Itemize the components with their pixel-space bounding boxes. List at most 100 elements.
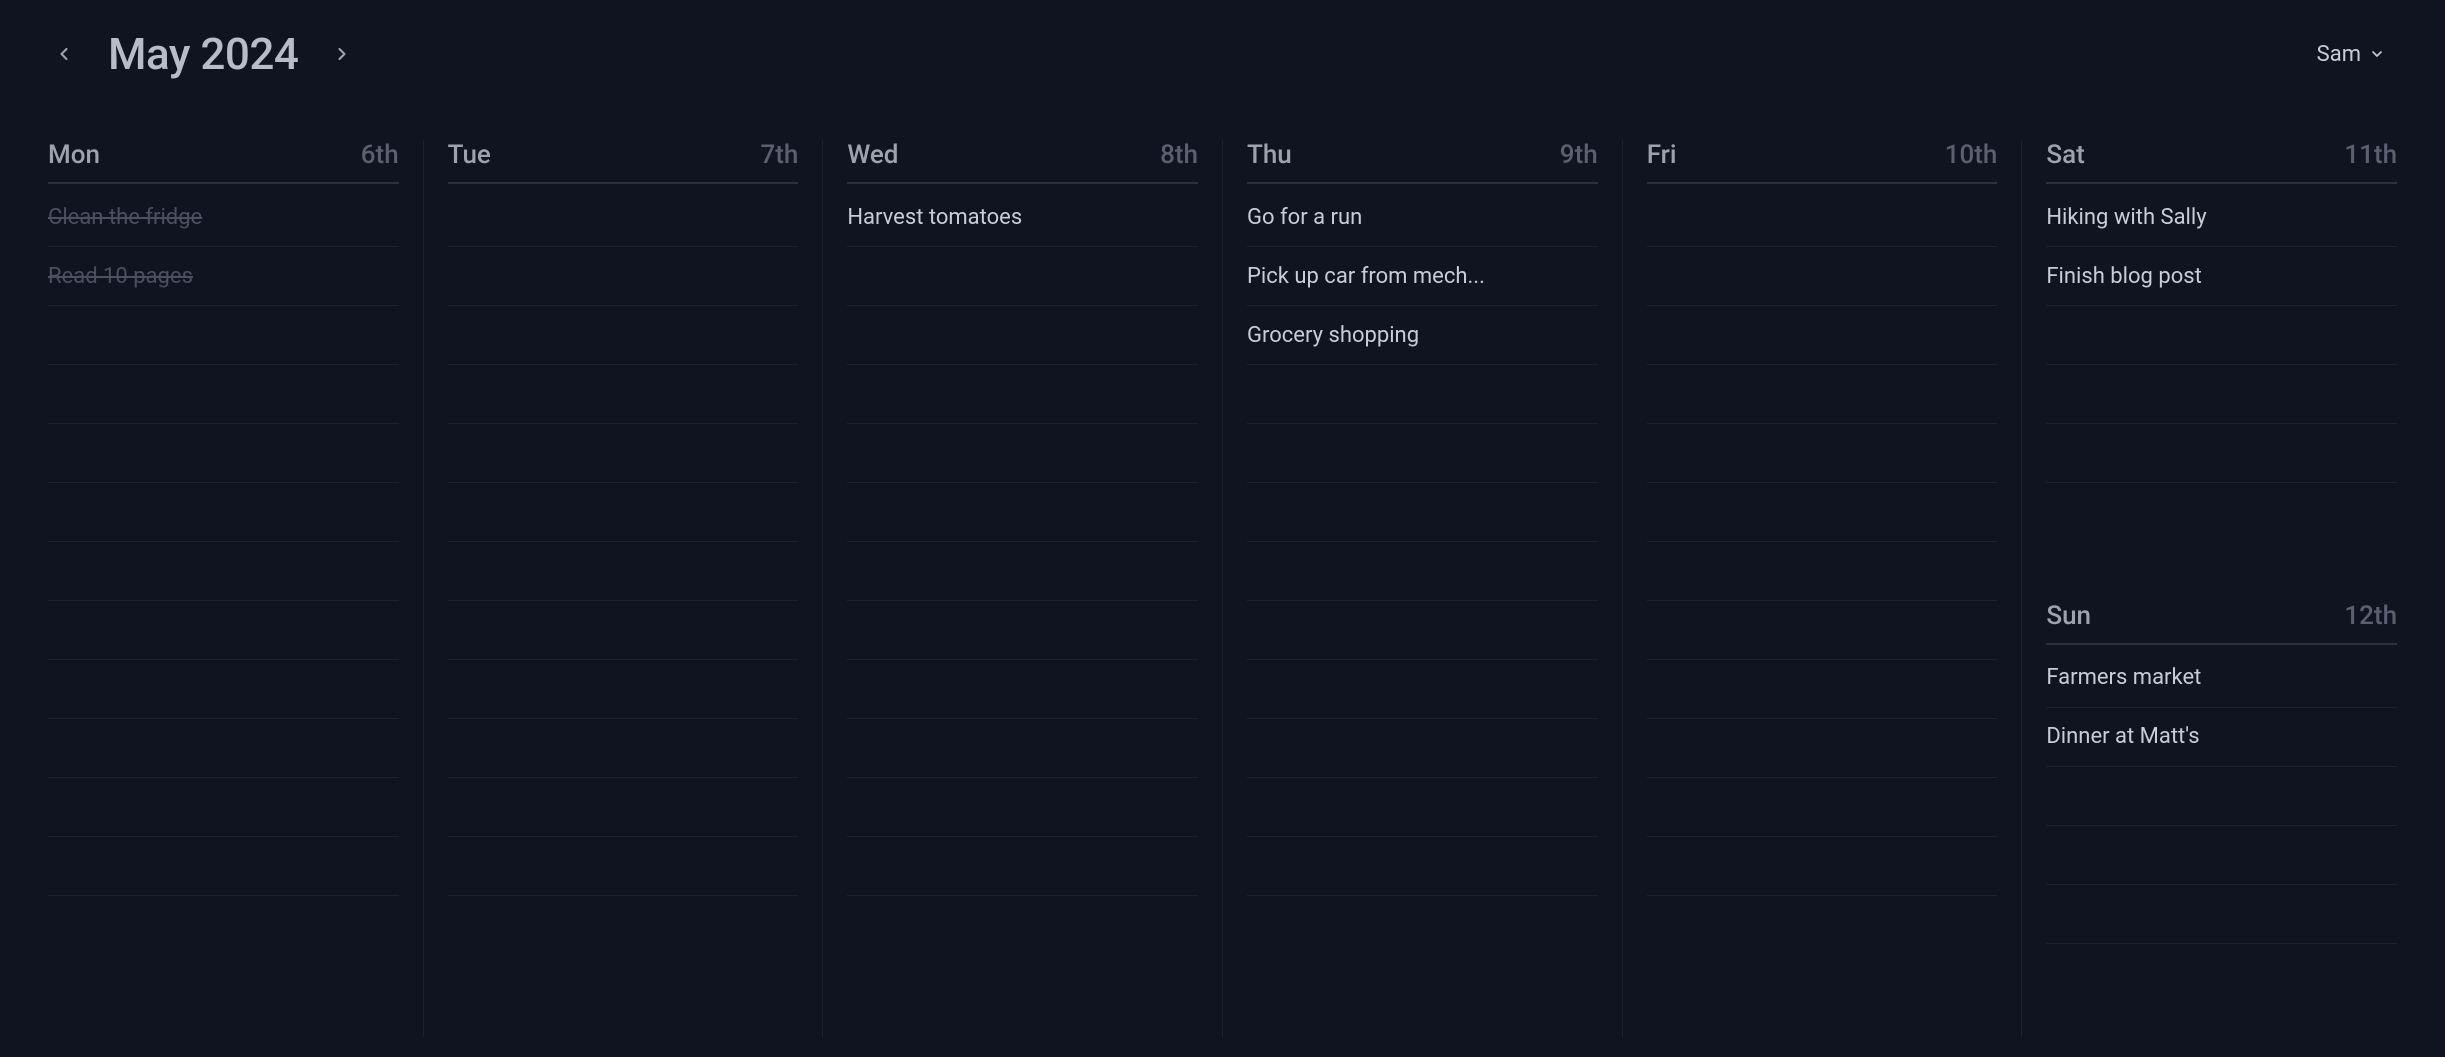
empty-slot[interactable] (2046, 826, 2397, 885)
empty-slot[interactable] (448, 719, 799, 778)
empty-slot[interactable] (2046, 365, 2397, 424)
task-row[interactable]: Go for a run (1247, 188, 1598, 247)
empty-slot[interactable] (1647, 542, 1998, 601)
empty-slot[interactable] (448, 306, 799, 365)
empty-slot[interactable] (1247, 778, 1598, 837)
empty-slot[interactable] (1647, 601, 1998, 660)
empty-slot[interactable] (2046, 424, 2397, 483)
day-date: 6th (361, 140, 399, 170)
empty-slot[interactable] (847, 837, 1198, 896)
empty-slot[interactable] (847, 719, 1198, 778)
empty-slot[interactable] (1247, 719, 1598, 778)
task-row[interactable]: Pick up car from mech... (1247, 247, 1598, 306)
empty-slot[interactable] (448, 188, 799, 247)
empty-slot[interactable] (1247, 542, 1598, 601)
empty-slot[interactable] (2046, 885, 2397, 944)
empty-slot[interactable] (448, 660, 799, 719)
empty-slot[interactable] (448, 424, 799, 483)
empty-slot[interactable] (1247, 483, 1598, 542)
empty-slot[interactable] (847, 365, 1198, 424)
empty-slot[interactable] (48, 778, 399, 837)
day-column-mon: Mon 6th Clean the fridgeRead 10 pages (48, 140, 424, 1037)
empty-slot[interactable] (847, 247, 1198, 306)
task-row[interactable]: Hiking with Sally (2046, 188, 2397, 247)
chevron-down-icon (2369, 46, 2385, 62)
day-date: 9th (1560, 140, 1598, 170)
empty-slot[interactable] (1647, 424, 1998, 483)
empty-slot[interactable] (1647, 719, 1998, 778)
empty-slot[interactable] (1647, 188, 1998, 247)
day-date: 11th (2344, 140, 2397, 170)
empty-slot[interactable] (1647, 365, 1998, 424)
day-name: Wed (847, 140, 898, 170)
next-week-button[interactable] (326, 38, 358, 70)
day-header: Tue 7th (448, 140, 799, 184)
empty-slot[interactable] (48, 719, 399, 778)
empty-slot[interactable] (1247, 837, 1598, 896)
prev-week-button[interactable] (48, 38, 80, 70)
empty-slot[interactable] (847, 778, 1198, 837)
task-list (448, 184, 799, 896)
day-column-thu: Thu 9th Go for a runPick up car from mec… (1223, 140, 1623, 1037)
day-header: Sun 12th (2046, 601, 2397, 645)
empty-slot[interactable] (448, 365, 799, 424)
chevron-right-icon (332, 44, 352, 64)
empty-slot[interactable] (448, 247, 799, 306)
empty-slot[interactable] (48, 424, 399, 483)
task-row[interactable]: Clean the fridge (48, 188, 399, 247)
page-title: May 2024 (108, 28, 298, 80)
task-row[interactable]: Harvest tomatoes (847, 188, 1198, 247)
empty-slot[interactable] (48, 837, 399, 896)
empty-slot[interactable] (1247, 660, 1598, 719)
day-column-sun: Sun 12th Farmers marketDinner at Matt's (2046, 601, 2397, 1038)
empty-slot[interactable] (847, 424, 1198, 483)
empty-slot[interactable] (847, 660, 1198, 719)
empty-slot[interactable] (48, 306, 399, 365)
empty-slot[interactable] (448, 837, 799, 896)
empty-slot[interactable] (448, 601, 799, 660)
empty-slot[interactable] (847, 542, 1198, 601)
empty-slot[interactable] (2046, 767, 2397, 826)
empty-slot[interactable] (448, 483, 799, 542)
empty-slot[interactable] (1647, 247, 1998, 306)
day-name: Mon (48, 140, 100, 170)
empty-slot[interactable] (1647, 306, 1998, 365)
empty-slot[interactable] (847, 306, 1198, 365)
task-list: Clean the fridgeRead 10 pages (48, 184, 399, 896)
day-name: Sun (2046, 601, 2091, 631)
empty-slot[interactable] (48, 542, 399, 601)
empty-slot[interactable] (48, 365, 399, 424)
empty-slot[interactable] (48, 601, 399, 660)
empty-slot[interactable] (847, 601, 1198, 660)
empty-slot[interactable] (1647, 483, 1998, 542)
task-row[interactable]: Finish blog post (2046, 247, 2397, 306)
task-row[interactable]: Grocery shopping (1247, 306, 1598, 365)
day-header: Mon 6th (48, 140, 399, 184)
empty-slot[interactable] (847, 483, 1198, 542)
empty-slot[interactable] (448, 778, 799, 837)
empty-slot[interactable] (48, 483, 399, 542)
task-row[interactable]: Dinner at Matt's (2046, 708, 2397, 767)
empty-slot[interactable] (1247, 424, 1598, 483)
week-grid: Mon 6th Clean the fridgeRead 10 pages Tu… (0, 80, 2445, 1037)
task-row[interactable]: Farmers market (2046, 649, 2397, 708)
empty-slot[interactable] (48, 660, 399, 719)
empty-slot[interactable] (1247, 365, 1598, 424)
day-column-wed: Wed 8th Harvest tomatoes (823, 140, 1223, 1037)
task-list (1647, 184, 1998, 896)
day-column-fri: Fri 10th (1623, 140, 2023, 1037)
day-header: Thu 9th (1247, 140, 1598, 184)
task-row[interactable]: Read 10 pages (48, 247, 399, 306)
empty-slot[interactable] (1647, 778, 1998, 837)
weekend-column: Sat 11th Hiking with SallyFinish blog po… (2022, 140, 2397, 1037)
empty-slot[interactable] (1647, 660, 1998, 719)
day-name: Fri (1647, 140, 1677, 170)
day-header: Wed 8th (847, 140, 1198, 184)
day-name: Thu (1247, 140, 1292, 170)
task-list: Go for a runPick up car from mech...Groc… (1247, 184, 1598, 896)
empty-slot[interactable] (2046, 306, 2397, 365)
empty-slot[interactable] (1647, 837, 1998, 896)
empty-slot[interactable] (1247, 601, 1598, 660)
user-menu[interactable]: Sam (2317, 42, 2397, 67)
empty-slot[interactable] (448, 542, 799, 601)
